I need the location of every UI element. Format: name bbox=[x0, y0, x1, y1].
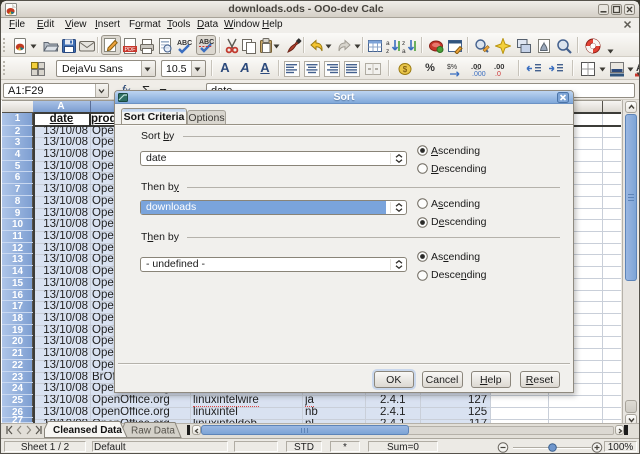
svg-text:z: z bbox=[386, 48, 389, 54]
svg-text:.000: .000 bbox=[472, 71, 486, 77]
svg-text:.0̲0: .0̲0 bbox=[471, 62, 481, 71]
svg-text:.00: .00 bbox=[494, 62, 504, 71]
svg-text:z: z bbox=[402, 40, 405, 47]
svg-text:ABC: ABC bbox=[199, 39, 214, 46]
svg-text:PDF: PDF bbox=[125, 47, 137, 53]
svg-text:$: $ bbox=[403, 65, 408, 74]
svg-text:Cleansed Data: Cleansed Data bbox=[53, 425, 122, 436]
svg-text:a: a bbox=[386, 40, 390, 47]
svg-text:Raw Data: Raw Data bbox=[131, 426, 175, 437]
svg-text:a: a bbox=[402, 48, 406, 54]
svg-text:ABC: ABC bbox=[177, 40, 192, 47]
svg-text:.0: .0 bbox=[495, 71, 501, 77]
svg-text:$%: $% bbox=[447, 64, 457, 71]
